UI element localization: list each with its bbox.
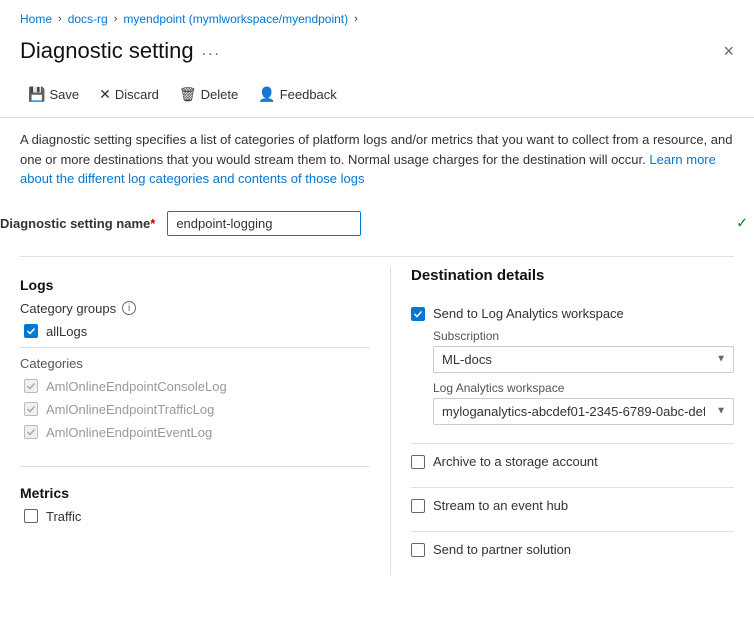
main-content: Logs Category groups i allLogs Categorie…: [0, 267, 754, 575]
destination-title: Destination details: [411, 267, 734, 284]
right-panel: Destination details Send to Log Analytic…: [390, 267, 734, 575]
logs-section: Logs Category groups i allLogs Categorie…: [20, 267, 370, 458]
page-title: Diagnostic setting: [20, 38, 194, 64]
header-left: Diagnostic setting ...: [20, 38, 221, 64]
event-log-checkbox[interactable]: [24, 425, 38, 439]
close-button[interactable]: ×: [723, 41, 734, 62]
setting-name-input-wrapper: ✓: [167, 211, 754, 236]
delete-button[interactable]: 🗑 Delete: [171, 82, 246, 107]
save-icon: 💾: [28, 86, 45, 103]
console-log-row: AmlOnlineEndpointConsoleLog: [20, 379, 370, 394]
feedback-icon: 👤: [258, 86, 275, 103]
log-analytics-content: Send to Log Analytics workspace Subscrip…: [433, 306, 734, 433]
event-log-row: AmlOnlineEndpointEventLog: [20, 425, 370, 440]
log-analytics-label: Send to Log Analytics workspace: [433, 306, 734, 321]
storage-content: Archive to a storage account: [433, 454, 734, 477]
category-groups-info-icon[interactable]: i: [122, 301, 136, 315]
subscription-select[interactable]: ML-docs: [433, 346, 734, 373]
alllogs-label: allLogs: [46, 324, 87, 339]
subscription-select-wrapper: ML-docs ▼: [433, 346, 734, 373]
save-button[interactable]: 💾 Save: [20, 82, 87, 107]
partner-checkbox[interactable]: [411, 543, 425, 557]
breadcrumb-sep-3: ›: [354, 13, 358, 25]
breadcrumb-endpoint[interactable]: myendpoint (mymlworkspace/myendpoint): [123, 12, 348, 26]
setting-name-input[interactable]: [167, 211, 361, 236]
save-label: Save: [49, 87, 79, 102]
discard-icon: ✕: [99, 86, 111, 103]
main-divider: [20, 256, 734, 257]
setting-name-row: Diagnostic setting name* ✓: [0, 201, 754, 246]
category-groups-label: Category groups: [20, 301, 116, 316]
storage-checkbox[interactable]: [411, 455, 425, 469]
console-log-checkbox[interactable]: [24, 379, 38, 393]
breadcrumb-sep-2: ›: [114, 13, 118, 25]
storage-label: Archive to a storage account: [433, 454, 734, 469]
event-hub-row: Stream to an event hub: [411, 488, 734, 532]
breadcrumb-home[interactable]: Home: [20, 12, 52, 26]
toolbar: 💾 Save ✕ Discard 🗑 Delete 👤 Feedback: [0, 76, 754, 118]
traffic-log-label: AmlOnlineEndpointTrafficLog: [46, 402, 214, 417]
alllogs-checkbox[interactable]: [24, 324, 38, 338]
delete-label: Delete: [201, 87, 239, 102]
workspace-select[interactable]: myloganalytics-abcdef01-2345-6789-0abc-d…: [433, 398, 734, 425]
categories-section: Categories AmlOnlineEndpointConsoleLog A…: [20, 356, 370, 440]
event-hub-checkbox[interactable]: [411, 499, 425, 513]
diagnostic-setting-page: Home › docs-rg › myendpoint (mymlworkspa…: [0, 0, 754, 638]
breadcrumb-sep-1: ›: [58, 13, 62, 25]
input-check-icon: ✓: [736, 215, 748, 232]
metrics-section: Metrics Traffic: [20, 475, 370, 542]
event-hub-label: Stream to an event hub: [433, 498, 734, 513]
partner-row: Send to partner solution: [411, 532, 734, 575]
subscription-group: Subscription ML-docs ▼: [433, 329, 734, 373]
categories-label: Categories: [20, 356, 370, 371]
info-section: A diagnostic setting specifies a list of…: [0, 118, 754, 201]
page-header: Diagnostic setting ... ×: [0, 34, 754, 76]
category-groups-header: Category groups i: [20, 301, 370, 316]
traffic-metric-checkbox[interactable]: [24, 509, 38, 523]
metrics-title: Metrics: [20, 485, 370, 501]
workspace-label: Log Analytics workspace: [433, 381, 734, 395]
required-marker: *: [150, 216, 155, 231]
feedback-button[interactable]: 👤 Feedback: [250, 82, 345, 107]
breadcrumb-docs-rg[interactable]: docs-rg: [68, 12, 108, 26]
traffic-metric-row: Traffic: [20, 509, 370, 524]
traffic-log-checkbox[interactable]: [24, 402, 38, 416]
event-log-label: AmlOnlineEndpointEventLog: [46, 425, 212, 440]
storage-row: Archive to a storage account: [411, 444, 734, 488]
event-hub-content: Stream to an event hub: [433, 498, 734, 521]
discard-button[interactable]: ✕ Discard: [91, 82, 167, 107]
categories-divider: [20, 347, 370, 348]
subscription-label: Subscription: [433, 329, 734, 343]
setting-name-label: Diagnostic setting name*: [0, 216, 155, 231]
workspace-group: Log Analytics workspace myloganalytics-a…: [433, 381, 734, 425]
log-analytics-row: Send to Log Analytics workspace Subscrip…: [411, 296, 734, 444]
metrics-divider: [20, 466, 370, 467]
partner-label: Send to partner solution: [433, 542, 734, 557]
feedback-label: Feedback: [280, 87, 337, 102]
alllogs-checkbox-row: allLogs: [20, 324, 370, 339]
delete-icon: 🗑: [179, 86, 197, 103]
discard-label: Discard: [115, 87, 159, 102]
console-log-label: AmlOnlineEndpointConsoleLog: [46, 379, 227, 394]
more-options-icon[interactable]: ...: [202, 42, 221, 60]
logs-title: Logs: [20, 277, 370, 293]
breadcrumb: Home › docs-rg › myendpoint (mymlworkspa…: [0, 0, 754, 34]
traffic-metric-label: Traffic: [46, 509, 81, 524]
left-panel: Logs Category groups i allLogs Categorie…: [20, 267, 390, 575]
info-text: A diagnostic setting specifies a list of…: [20, 132, 732, 167]
log-analytics-checkbox[interactable]: [411, 307, 425, 321]
partner-content: Send to partner solution: [433, 542, 734, 565]
workspace-select-wrapper: myloganalytics-abcdef01-2345-6789-0abc-d…: [433, 398, 734, 425]
traffic-log-row: AmlOnlineEndpointTrafficLog: [20, 402, 370, 417]
